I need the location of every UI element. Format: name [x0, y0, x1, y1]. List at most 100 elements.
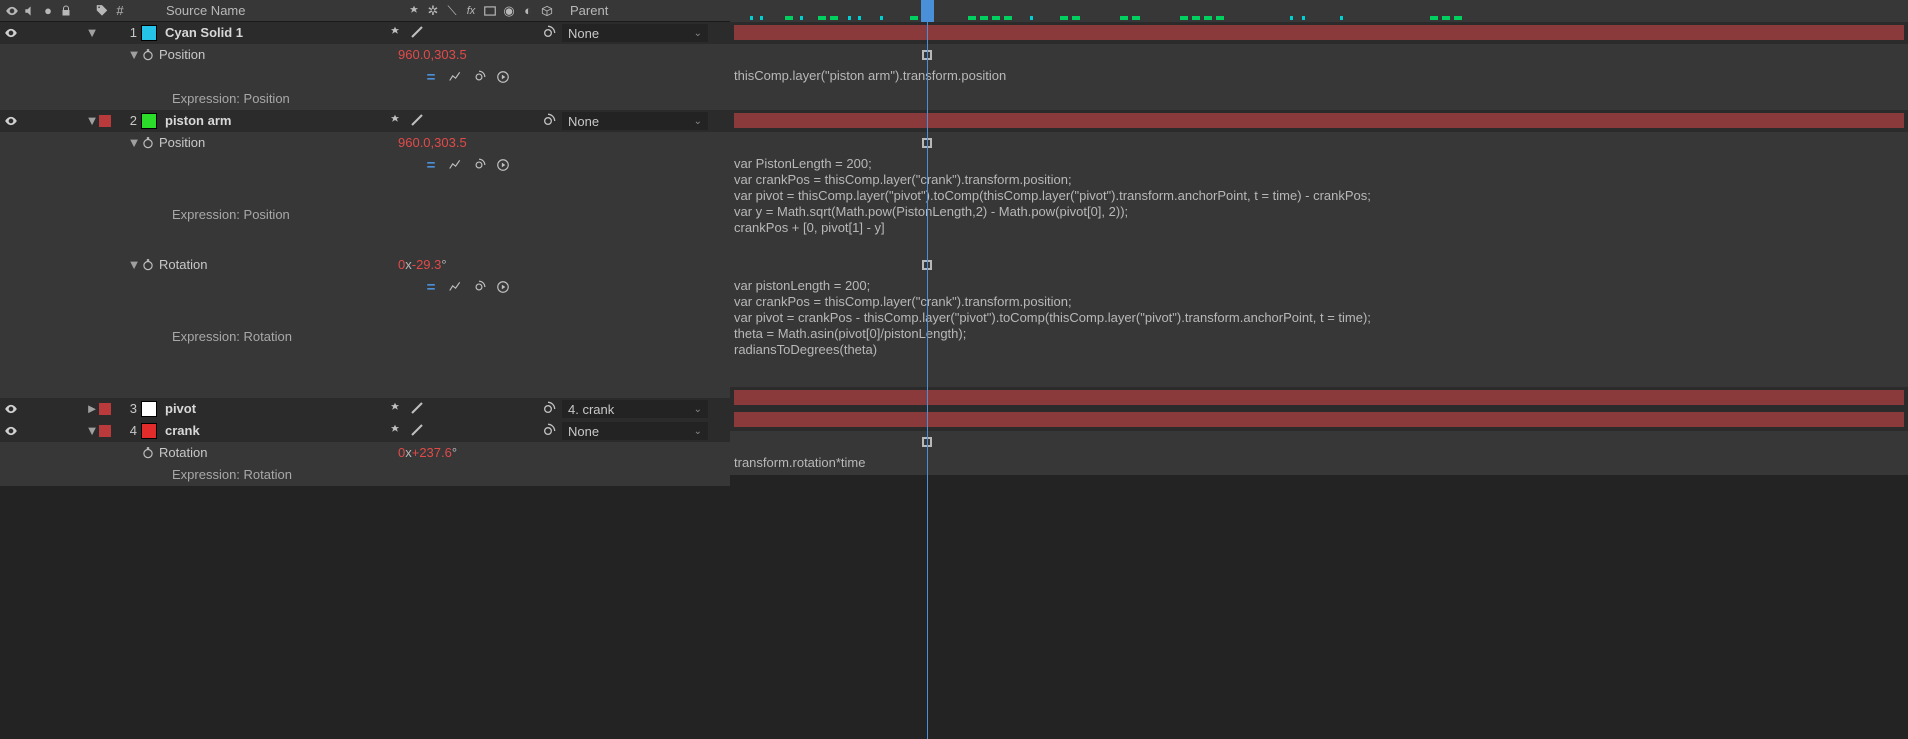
frameblend-icon: [482, 3, 498, 19]
expression-enable-icon[interactable]: =: [422, 68, 440, 86]
stopwatch-icon[interactable]: [141, 44, 159, 66]
label-color[interactable]: [99, 115, 111, 127]
layer-bar[interactable]: [734, 412, 1904, 427]
expression-enable-icon[interactable]: =: [422, 466, 440, 484]
expression-enable-icon[interactable]: =: [422, 156, 440, 174]
property-value[interactable]: 0x-29.3°: [398, 254, 447, 276]
layer-bar[interactable]: [734, 390, 1904, 405]
parent-dropdown[interactable]: None⌄: [562, 112, 708, 130]
layer-bar[interactable]: [734, 113, 1904, 128]
visibility-toggle[interactable]: [4, 424, 20, 438]
lock-icon: [58, 3, 74, 19]
expression-graph-icon[interactable]: [446, 466, 464, 484]
expression-language-icon[interactable]: [494, 68, 512, 86]
twirl-icon[interactable]: [127, 442, 141, 464]
expression-pickwhip-icon[interactable]: [470, 278, 488, 296]
property-name: Rotation: [159, 254, 398, 276]
expression-pickwhip-icon[interactable]: [470, 68, 488, 86]
quality-toggle[interactable]: [410, 25, 426, 41]
solo-icon: ●: [40, 3, 56, 19]
parent-value: None: [568, 114, 599, 129]
shy-toggle[interactable]: [388, 423, 404, 439]
expression-graph-icon[interactable]: [446, 68, 464, 86]
current-time-indicator[interactable]: [927, 22, 928, 739]
shy-toggle[interactable]: [388, 113, 404, 129]
speaker-icon: [22, 3, 38, 19]
stopwatch-icon[interactable]: [141, 442, 159, 464]
timeline-area[interactable]: thisComp.layer("piston arm").transform.p…: [730, 22, 1908, 739]
property-row[interactable]: ▼ Rotation 0x-29.3°: [0, 254, 730, 276]
pickwhip-icon[interactable]: [540, 113, 556, 129]
layer-row[interactable]: ▼ 2 piston arm None⌄: [0, 110, 730, 132]
property-value[interactable]: 960.0,303.5: [398, 44, 467, 66]
quality-toggle[interactable]: [410, 401, 426, 417]
expression-enable-icon[interactable]: =: [422, 278, 440, 296]
expression-label-row: Expression: Position: [0, 88, 730, 110]
label-color[interactable]: [99, 403, 111, 415]
stopwatch-icon[interactable]: [141, 254, 159, 276]
pickwhip-icon[interactable]: [540, 423, 556, 439]
expression-pickwhip-icon[interactable]: [470, 156, 488, 174]
timeline-markers: [730, 0, 1908, 22]
layer-index: 3: [117, 398, 141, 420]
expression-text[interactable]: var pistonLength = 200; var crankPos = t…: [734, 278, 1904, 358]
expression-text[interactable]: var PistonLength = 200; var crankPos = t…: [734, 156, 1904, 236]
parent-dropdown[interactable]: None ⌄: [562, 24, 708, 42]
visibility-toggle[interactable]: [4, 26, 20, 40]
expression-language-icon[interactable]: [494, 278, 512, 296]
visibility-toggle[interactable]: [4, 402, 20, 416]
expression-language-icon[interactable]: [494, 156, 512, 174]
expression-language-icon[interactable]: [494, 466, 512, 484]
twirl-icon[interactable]: ▼: [127, 132, 141, 154]
layer-row[interactable]: ▼ 4 crank None⌄: [0, 420, 730, 442]
source-name-header[interactable]: Source Name: [160, 3, 400, 18]
expression-graph-icon[interactable]: [446, 156, 464, 174]
shy-toggle[interactable]: [388, 25, 404, 41]
expression-graph-icon[interactable]: [446, 278, 464, 296]
shy-toggle[interactable]: [388, 401, 404, 417]
source-color: [141, 401, 157, 417]
label-color[interactable]: [99, 425, 111, 437]
pickwhip-icon[interactable]: [540, 25, 556, 41]
stopwatch-icon[interactable]: [141, 132, 159, 154]
layer-row[interactable]: ▼ 1 Cyan Solid 1 None ⌄: [0, 22, 730, 44]
visibility-toggle[interactable]: [4, 114, 20, 128]
layer-name[interactable]: Cyan Solid 1: [165, 22, 380, 44]
quality-toggle[interactable]: [410, 113, 426, 129]
property-row[interactable]: ▼ Position 960.0,303.5: [0, 132, 730, 154]
layer-name[interactable]: pivot: [165, 398, 380, 420]
parent-value: None: [568, 26, 599, 41]
expression-label-row: Expression: Rotation: [0, 298, 730, 376]
quality-toggle[interactable]: [410, 423, 426, 439]
twirl-icon[interactable]: ►: [85, 398, 99, 420]
expression-controls: =: [0, 154, 730, 176]
parent-dropdown[interactable]: None⌄: [562, 422, 708, 440]
layer-bar[interactable]: [734, 25, 1904, 40]
twirl-icon[interactable]: ▼: [85, 22, 99, 44]
property-row[interactable]: Rotation 0x+237.6°: [0, 442, 730, 464]
av-column-header: ● #: [0, 3, 160, 19]
property-value[interactable]: 0x+237.6°: [398, 442, 457, 464]
property-row[interactable]: ▼ Position 960.0,303.5: [0, 44, 730, 66]
twirl-icon[interactable]: ▼: [85, 420, 99, 442]
parent-dropdown[interactable]: 4. crank⌄: [562, 400, 708, 418]
eye-icon: [4, 3, 20, 19]
hash-column: #: [112, 3, 128, 19]
label-color[interactable]: [99, 27, 111, 39]
property-value[interactable]: 960.0,303.5: [398, 132, 467, 154]
layer-name[interactable]: piston arm: [165, 110, 380, 132]
pickwhip-icon[interactable]: [540, 401, 556, 417]
expression-controls: =: [0, 66, 730, 88]
layer-name[interactable]: crank: [165, 420, 380, 442]
layer-row[interactable]: ► 3 pivot 4. crank⌄: [0, 398, 730, 420]
twirl-icon[interactable]: ▼: [127, 44, 141, 66]
spacer: [0, 376, 730, 398]
twirl-icon[interactable]: ▼: [127, 254, 141, 276]
expression-pickwhip-icon[interactable]: [470, 466, 488, 484]
layer-index: 2: [117, 110, 141, 132]
source-color: [141, 113, 157, 129]
property-name: Position: [159, 132, 398, 154]
expression-text[interactable]: thisComp.layer("piston arm").transform.p…: [734, 68, 1904, 84]
expression-text[interactable]: transform.rotation*time: [734, 455, 1904, 471]
twirl-icon[interactable]: ▼: [85, 110, 99, 132]
